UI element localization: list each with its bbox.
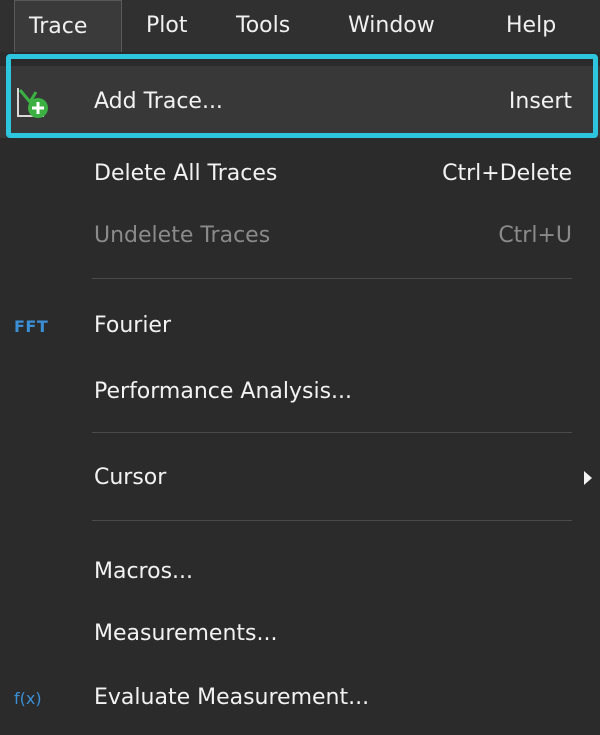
evaluate-label: Evaluate Measurement... [94, 685, 370, 710]
menu-item-measurements[interactable]: Measurements... [0, 598, 600, 670]
menu-window[interactable]: Window [334, 0, 449, 52]
add-trace-label: Add Trace... [94, 89, 223, 114]
menu-help[interactable]: Help [492, 0, 570, 52]
performance-label: Performance Analysis... [94, 379, 353, 404]
menu-trace[interactable]: Trace [14, 0, 122, 52]
undelete-label: Undelete Traces [94, 223, 271, 248]
menu-bar: Trace Plot Tools Window Help [0, 0, 600, 52]
trace-dropdown-menu: Add Trace... Insert Delete All Traces Ct… [0, 52, 600, 735]
menu-item-add-trace[interactable]: Add Trace... Insert [0, 66, 600, 138]
menu-item-performance-analysis[interactable]: Performance Analysis... [0, 356, 600, 428]
measurements-label: Measurements... [94, 621, 278, 646]
menu-item-evaluate-measurement[interactable]: f(x) Evaluate Measurement... [0, 662, 600, 734]
undelete-shortcut: Ctrl+U [498, 223, 572, 248]
add-trace-shortcut: Insert [508, 89, 572, 114]
menu-separator [92, 520, 572, 521]
menu-item-undelete-traces: Undelete Traces Ctrl+U [0, 200, 600, 272]
menu-plot[interactable]: Plot [132, 0, 201, 52]
fourier-label: Fourier [94, 313, 172, 338]
cursor-label: Cursor [94, 465, 167, 490]
menu-tools[interactable]: Tools [222, 0, 304, 52]
menu-item-cursor[interactable]: Cursor [0, 442, 600, 514]
add-trace-icon [14, 66, 74, 138]
function-icon: f(x) [14, 688, 42, 708]
submenu-arrow-icon [584, 471, 592, 485]
menu-separator [92, 278, 572, 279]
menu-item-fourier[interactable]: FFT Fourier [0, 290, 600, 362]
fft-icon: FFT [14, 316, 49, 336]
menu-separator [92, 432, 572, 433]
